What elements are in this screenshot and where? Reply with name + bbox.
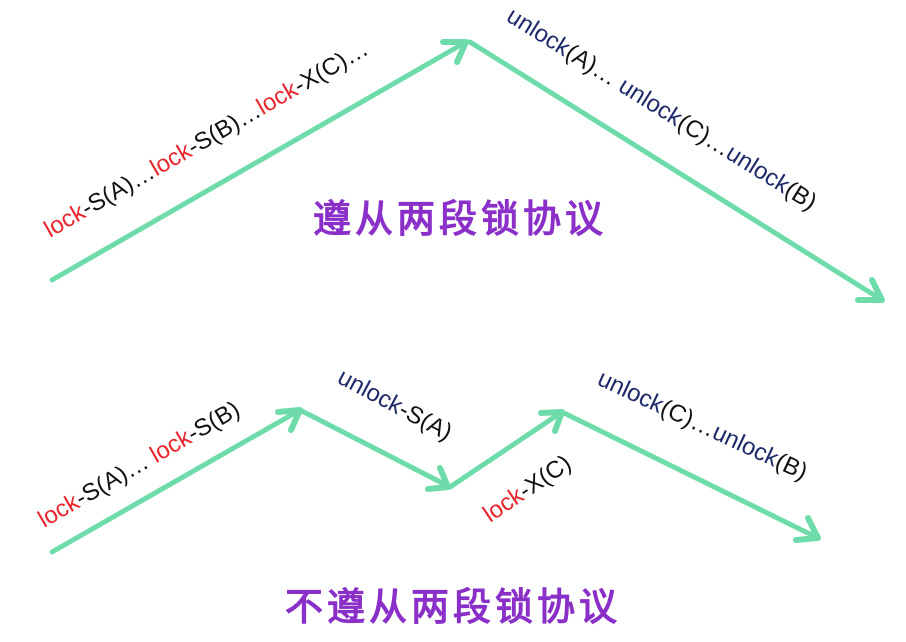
unlock-keyword: unlock xyxy=(502,2,576,62)
lock-target: -X(C) xyxy=(514,450,577,504)
segment-1-label: lock-S(A)… lock-S(B) xyxy=(34,396,245,533)
lock-target: -X(C)… xyxy=(289,35,373,99)
shrinking-phase-label: unlock(A)… unlock(C)…unlock(B) xyxy=(502,2,822,216)
lock-target: -S(A)… xyxy=(70,445,159,512)
growing-phase-arrow xyxy=(49,39,469,283)
compliant-title: 遵从两段锁协议 xyxy=(313,197,607,241)
unlock-target: -S(A) xyxy=(394,396,456,446)
shrinking-phase-arrow xyxy=(467,39,885,303)
non-compliant-title: 不遵从两段锁协议 xyxy=(285,585,621,629)
segment-3-label: lock-X(C) xyxy=(478,450,576,528)
unlock-keyword: unlock xyxy=(593,365,668,419)
unlock-keyword: unlock xyxy=(333,363,408,420)
lock-target: -S(A)… xyxy=(76,158,159,221)
lock-target: -S(B)… xyxy=(183,97,266,160)
unlock-keyword: unlock xyxy=(708,419,783,473)
unlock-keyword: unlock xyxy=(721,139,795,199)
two-phase-locking-diagram: lock-S(A)…lock-S(B)…lock-X(C)… unlock(A)… xyxy=(34,2,885,629)
segment-4-label: unlock(C)…unlock(B) xyxy=(593,365,811,486)
unlock-target: (C)… xyxy=(656,394,719,443)
unlock-keyword: unlock xyxy=(614,72,688,132)
lock-target: -S(B) xyxy=(182,396,244,447)
